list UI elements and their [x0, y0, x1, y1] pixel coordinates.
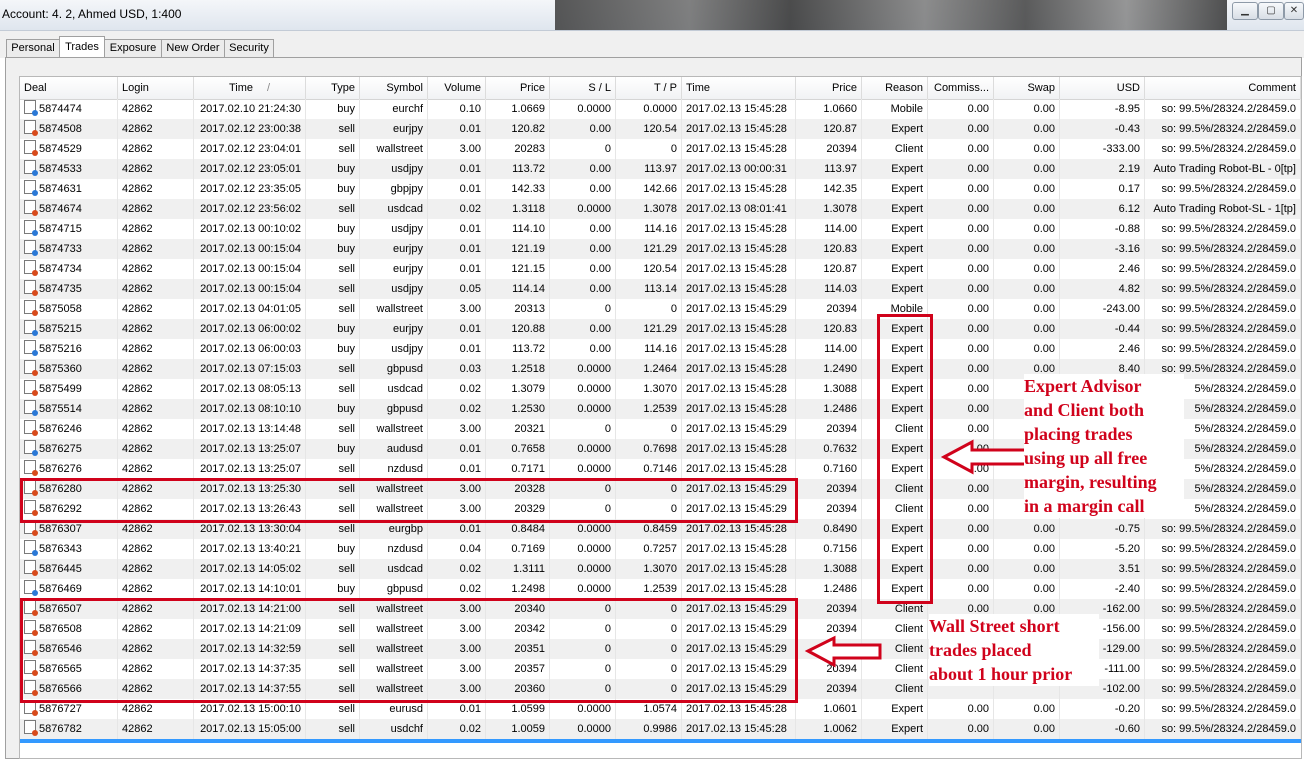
expert-advisor-note: Expert Advisor and Client both placing tra…	[1024, 374, 1184, 518]
arrow-to-reason-box	[940, 439, 1030, 475]
arrow-to-wallstreet-rows	[804, 635, 882, 668]
wallstreet-note: Wall Street short trades placed about 1 ho…	[929, 614, 1099, 686]
